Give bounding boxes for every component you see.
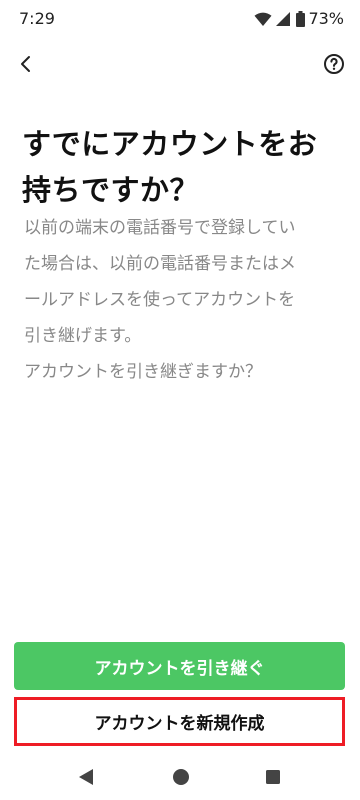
page-description: 以前の端末の電話番号で登録してい た場合は、以前の電話番号またはメ ールアドレス… (24, 218, 296, 382)
status-icons: 73% (254, 10, 344, 28)
wifi-icon (254, 12, 272, 26)
back-button[interactable] (12, 50, 40, 78)
page-title: すでにアカウントをお 持ちですか？ (22, 127, 318, 207)
system-home-button[interactable] (172, 768, 190, 786)
system-nav-bar (0, 756, 360, 800)
system-recents-button[interactable] (265, 769, 281, 785)
question-circle-icon (324, 54, 344, 74)
back-triangle-icon (79, 769, 93, 785)
battery-icon (296, 11, 306, 27)
status-bar: 7:29 73% (0, 0, 360, 38)
cellular-signal-icon (276, 12, 291, 26)
help-button[interactable] (323, 53, 345, 75)
transfer-account-button[interactable]: アカウントを引き継ぐ (14, 642, 345, 690)
status-time: 7:29 (19, 9, 55, 28)
battery-percent: 73% (308, 9, 344, 28)
home-circle-icon (173, 769, 189, 785)
chevron-left-icon (21, 56, 30, 72)
create-account-button[interactable]: アカウントを新規作成 (14, 697, 345, 746)
system-back-button[interactable] (78, 768, 94, 786)
recents-square-icon (266, 770, 280, 784)
